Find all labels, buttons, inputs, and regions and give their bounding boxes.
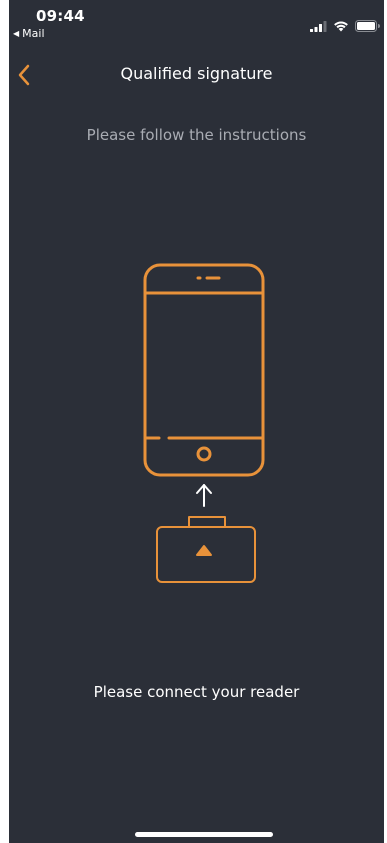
page-title: Qualified signature <box>120 64 273 83</box>
battery-icon <box>355 20 380 32</box>
signal-icon <box>310 20 327 32</box>
back-to-app-link[interactable]: ◀ Mail <box>13 27 45 40</box>
card-reader-icon <box>156 516 256 583</box>
back-app-label: Mail <box>22 27 45 40</box>
connect-reader-text: Please connect your reader <box>93 683 300 701</box>
status-bar: 09:44 ◀ Mail <box>9 0 384 44</box>
navigation-bar: Qualified signature <box>9 50 384 96</box>
app-screen: 09:44 ◀ Mail Qualified signature Please … <box>9 0 384 843</box>
home-indicator[interactable] <box>135 832 273 837</box>
status-icons <box>310 20 380 32</box>
instructions-text: Please follow the instructions <box>86 126 307 144</box>
phone-icon <box>143 263 265 477</box>
arrow-up-icon <box>196 484 212 507</box>
connect-reader-illustration <box>143 263 265 583</box>
status-time: 09:44 <box>36 7 85 25</box>
back-triangle-icon: ◀ <box>13 28 20 38</box>
wifi-icon <box>334 21 348 32</box>
